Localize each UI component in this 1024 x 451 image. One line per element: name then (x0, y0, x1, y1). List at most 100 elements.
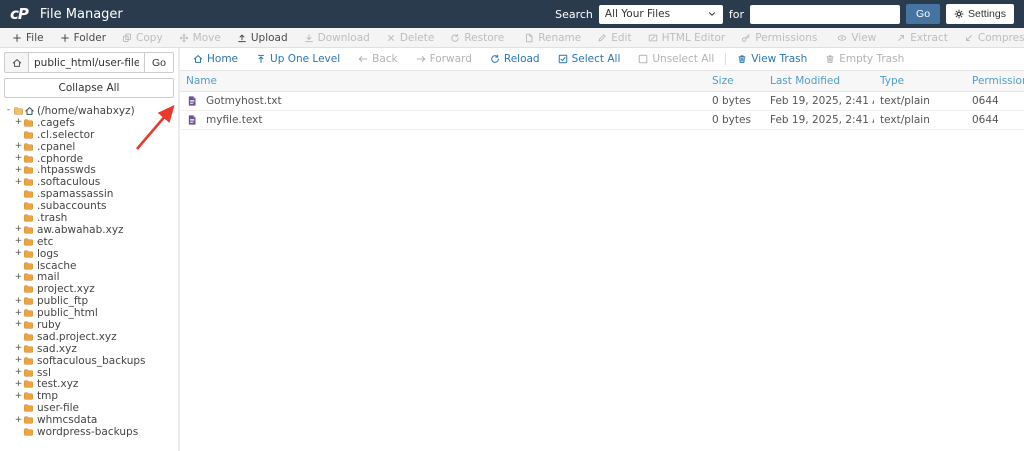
tree-item-label: user-file (37, 402, 80, 415)
expand-icon[interactable]: + (14, 272, 23, 282)
tree-item-sad-xyz[interactable]: + sad.xyz (4, 343, 174, 355)
path-input[interactable] (28, 52, 145, 73)
tree-item-label: softaculous_backups (37, 354, 146, 367)
nav-button-select-all[interactable]: Select All (549, 53, 630, 65)
tree-item-label: public_ftp (37, 295, 89, 308)
search-input[interactable] (750, 4, 901, 24)
tree-item-softaculous-backups[interactable]: + softaculous_backups (4, 355, 174, 367)
tree-item-label: .subaccounts (37, 200, 107, 213)
download-icon (304, 33, 314, 43)
restore-icon (450, 33, 460, 43)
tree-item-softaculous[interactable]: + .softaculous (4, 176, 174, 188)
toolbar-button-file[interactable]: File (4, 28, 52, 47)
nav-button-empty-trash: Empty Trash (816, 53, 913, 65)
folder-icon (23, 368, 34, 378)
path-home-button[interactable] (4, 52, 28, 73)
file-size: 0 bytes (706, 110, 764, 130)
tree-item-trash[interactable]: .trash (4, 212, 174, 224)
toolbar-button-folder[interactable]: Folder (52, 28, 114, 47)
file-row-gotmyhost-txt[interactable]: Gotmyhost.txt 0 bytesFeb 19, 2025, 2:41 A… (180, 91, 1024, 111)
collapse-icon[interactable]: - (4, 106, 13, 115)
column-header-size[interactable]: Size (706, 70, 764, 92)
file-row-myfile-text[interactable]: myfile.text 0 bytesFeb 19, 2025, 2:41 AMt… (180, 110, 1024, 130)
button-label: Download (317, 31, 370, 44)
expand-icon[interactable]: + (14, 142, 23, 151)
tree-item-wordpress-backups[interactable]: wordpress-backups (4, 426, 174, 438)
expand-icon[interactable]: + (14, 249, 23, 258)
tree-item-label: wordpress-backups (37, 426, 139, 438)
tree-item-user-file[interactable]: user-file (4, 402, 174, 414)
file-manager-window: cP File Manager Search All Your Files fo… (0, 0, 1024, 451)
tree-item-cagefs[interactable]: + .cagefs (4, 117, 174, 129)
tree-item-ruby[interactable]: + ruby (4, 319, 174, 331)
file-size: 0 bytes (706, 91, 764, 111)
expand-icon[interactable]: + (14, 237, 23, 246)
tree-item-test-xyz[interactable]: + test.xyz (4, 378, 174, 390)
tree-item-cl-selector[interactable]: .cl.selector (4, 129, 174, 141)
tree-item-public-html[interactable]: + public_html (4, 307, 174, 319)
tree-item-label: .softaculous (37, 176, 101, 189)
nav-button-forward: Forward (407, 53, 481, 65)
expand-icon[interactable]: + (14, 379, 23, 389)
tree-item-cphorde[interactable]: + .cphorde (4, 153, 174, 165)
expand-icon[interactable]: + (14, 356, 23, 365)
nav-button-reload[interactable]: Reload (481, 53, 549, 65)
expand-icon[interactable]: + (14, 177, 23, 187)
tree-item-subaccounts[interactable]: .subaccounts (4, 200, 174, 212)
extract-icon (896, 33, 906, 43)
tree-item-project-xyz[interactable]: project.xyz (4, 283, 174, 295)
tree-item-mail[interactable]: + mail (4, 271, 174, 283)
expand-icon[interactable]: + (14, 391, 23, 401)
key-icon (741, 33, 751, 43)
tree-item-whmcsdata[interactable]: + whmcsdata (4, 414, 174, 426)
tree-item-aw-abwahab-xyz[interactable]: + aw.abwahab.xyz (4, 224, 174, 236)
collapse-all-button[interactable]: Collapse All (4, 78, 174, 98)
expand-icon[interactable]: + (14, 308, 23, 318)
column-header-last-modified[interactable]: Last Modified (764, 70, 874, 92)
expand-icon[interactable]: + (14, 165, 23, 175)
tree-item-sad-project-xyz[interactable]: sad.project.xyz (4, 331, 174, 343)
expand-icon[interactable]: + (14, 154, 23, 163)
directory-tree: - (/home/wahabxyz) + .cagefs .cl.selector + .c… (4, 105, 174, 438)
tree-item-public-ftp[interactable]: + public_ftp (4, 295, 174, 307)
expand-icon[interactable]: + (14, 415, 23, 425)
move-icon (179, 33, 189, 43)
button-label: Move (192, 31, 221, 44)
button-label: Restore (464, 31, 505, 44)
html-editor-icon (648, 33, 658, 43)
tree-item-etc[interactable]: + etc (4, 236, 174, 248)
search-scope-select[interactable]: All Your Files (598, 4, 723, 24)
settings-button[interactable]: Settings (946, 4, 1014, 24)
folder-icon (23, 154, 34, 164)
column-header-permissions[interactable]: Permissions (966, 70, 1024, 92)
tree-item-cpanel[interactable]: + .cpanel (4, 141, 174, 153)
tree-item-lscache[interactable]: lscache (4, 260, 174, 272)
tree-item-htpasswds[interactable]: + .htpasswds (4, 164, 174, 176)
folder-icon (23, 403, 34, 413)
expand-icon[interactable]: + (14, 344, 23, 353)
search-go-button[interactable]: Go (906, 4, 941, 24)
nav-button-view-trash[interactable]: View Trash (728, 53, 816, 65)
expand-icon[interactable]: + (14, 320, 23, 329)
tree-item-label: project.xyz (37, 283, 95, 296)
nav-button-home[interactable]: Home (184, 53, 247, 65)
tree-item-tmp[interactable]: + tmp (4, 390, 174, 402)
nav-button-up-one-level[interactable]: Up One Level (247, 53, 349, 65)
settings-label: Settings (968, 8, 1006, 20)
tree-item-ssl[interactable]: + ssl (4, 367, 174, 379)
expand-icon[interactable]: + (14, 296, 23, 306)
tree-item-spamassassin[interactable]: .spamassassin (4, 188, 174, 200)
expand-icon[interactable]: + (14, 225, 23, 234)
file-table-body: Gotmyhost.txt 0 bytesFeb 19, 2025, 2:41 A… (180, 91, 1024, 130)
column-header-type[interactable]: Type (874, 70, 966, 92)
button-label: Copy (136, 31, 163, 44)
toolbar-button-upload[interactable]: Upload (229, 28, 296, 47)
path-go-button[interactable]: Go (144, 52, 174, 73)
tree-item-logs[interactable]: + logs (4, 248, 174, 260)
expand-icon[interactable]: + (14, 368, 23, 377)
file-icon (188, 114, 198, 126)
tree-item-label: .cl.selector (37, 128, 95, 141)
expand-icon[interactable]: + (14, 118, 23, 127)
column-header-name[interactable]: Name (180, 70, 706, 92)
tree-item-home-wahabxyz[interactable]: - (/home/wahabxyz) (4, 105, 174, 117)
